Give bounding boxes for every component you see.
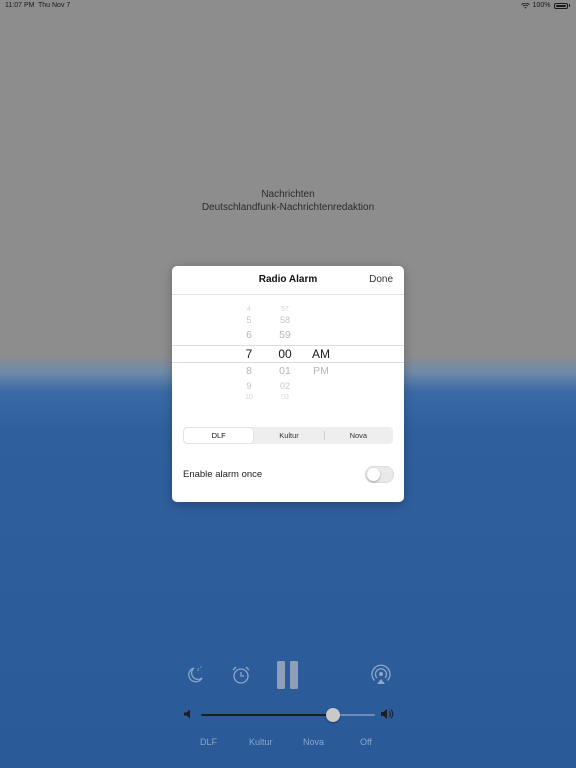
volume-thumb[interactable] <box>326 708 341 722</box>
battery-nub <box>568 4 570 7</box>
status-date: Thu Nov 7 <box>38 2 71 9</box>
ampm-wheel[interactable]: AM PM <box>304 302 338 404</box>
picker-value[interactable]: 57 <box>268 306 302 313</box>
volume-track[interactable] <box>201 708 375 722</box>
station-nova[interactable]: Nova <box>303 737 324 747</box>
picker-value[interactable]: 59 <box>268 329 302 341</box>
svg-text:z: z <box>200 664 202 669</box>
status-bar: 11:07 PM Thu Nov 7 100% <box>0 0 576 12</box>
time-picker[interactable]: 4 5 6 7 8 9 10 57 58 59 00 01 02 03 AM PM <box>172 302 404 404</box>
picker-value[interactable]: 03 <box>268 394 302 401</box>
picker-value[interactable]: 6 <box>232 329 266 341</box>
segment-nova[interactable]: Nova <box>323 427 393 444</box>
segment-dlf[interactable]: DLF <box>184 428 254 443</box>
picker-value[interactable]: AM <box>304 347 338 361</box>
picker-value[interactable]: 9 <box>232 381 266 391</box>
picker-value[interactable]: 7 <box>232 347 266 361</box>
picker-value[interactable]: 01 <box>268 365 302 377</box>
picker-value[interactable]: PM <box>304 365 338 377</box>
picker-value[interactable]: 58 <box>268 315 302 325</box>
picker-value[interactable]: 02 <box>268 381 302 391</box>
station-dlf[interactable]: DLF <box>200 737 217 747</box>
pause-button[interactable] <box>276 660 300 690</box>
now-playing: Nachrichten Deutschlandfunk-Nachrichtenr… <box>0 188 576 214</box>
alarm-once-label: Enable alarm once <box>183 469 263 480</box>
done-button[interactable]: Done <box>369 274 393 285</box>
now-playing-subtitle: Deutschlandfunk-Nachrichtenredaktion <box>201 202 375 213</box>
battery-percent: 100% <box>532 2 551 9</box>
alarm-clock-icon <box>232 666 250 684</box>
station-kultur[interactable]: Kultur <box>249 737 273 747</box>
volume-high-icon <box>381 709 394 719</box>
alarm-once-toggle[interactable] <box>365 466 394 483</box>
battery-icon <box>553 2 568 9</box>
status-right: 100% <box>520 2 570 9</box>
station-off[interactable]: Off <box>360 737 372 747</box>
hour-wheel[interactable]: 4 5 6 7 8 9 10 <box>232 302 266 404</box>
pause-icon <box>277 661 298 689</box>
volume-fill <box>201 714 334 716</box>
segment-kultur[interactable]: Kultur <box>254 427 323 444</box>
sleep-timer-button[interactable]: z z <box>185 664 207 686</box>
playback-controls: z z <box>0 660 576 690</box>
volume-slider[interactable] <box>184 706 394 724</box>
airplay-button[interactable] <box>370 664 392 686</box>
alarm-button[interactable] <box>230 664 252 686</box>
station-segmented-control[interactable]: DLF Kultur Nova <box>183 427 393 444</box>
wifi-icon <box>520 2 530 9</box>
picker-value[interactable]: 8 <box>232 365 266 377</box>
volume-low-icon <box>184 709 190 719</box>
alarm-once-row: Enable alarm once <box>172 464 404 486</box>
now-playing-title: Nachrichten <box>261 189 315 200</box>
dialog-header: Radio Alarm Done <box>172 266 404 295</box>
picker-value[interactable]: 4 <box>232 306 266 313</box>
picker-value[interactable]: 00 <box>268 347 302 361</box>
minute-wheel[interactable]: 57 58 59 00 01 02 03 <box>268 302 302 404</box>
picker-value[interactable]: 10 <box>232 394 266 401</box>
status-time: 11:07 PM <box>5 2 35 9</box>
station-bar: DLF Kultur Nova Off <box>0 737 576 749</box>
toggle-knob <box>367 468 380 481</box>
picker-value[interactable]: 5 <box>232 315 266 325</box>
radio-alarm-dialog: Radio Alarm Done 4 5 6 7 8 9 10 57 58 59 00 01 02 03… <box>172 266 404 502</box>
sleep-timer-icon: z z <box>188 664 203 683</box>
airplay-icon <box>371 664 391 684</box>
